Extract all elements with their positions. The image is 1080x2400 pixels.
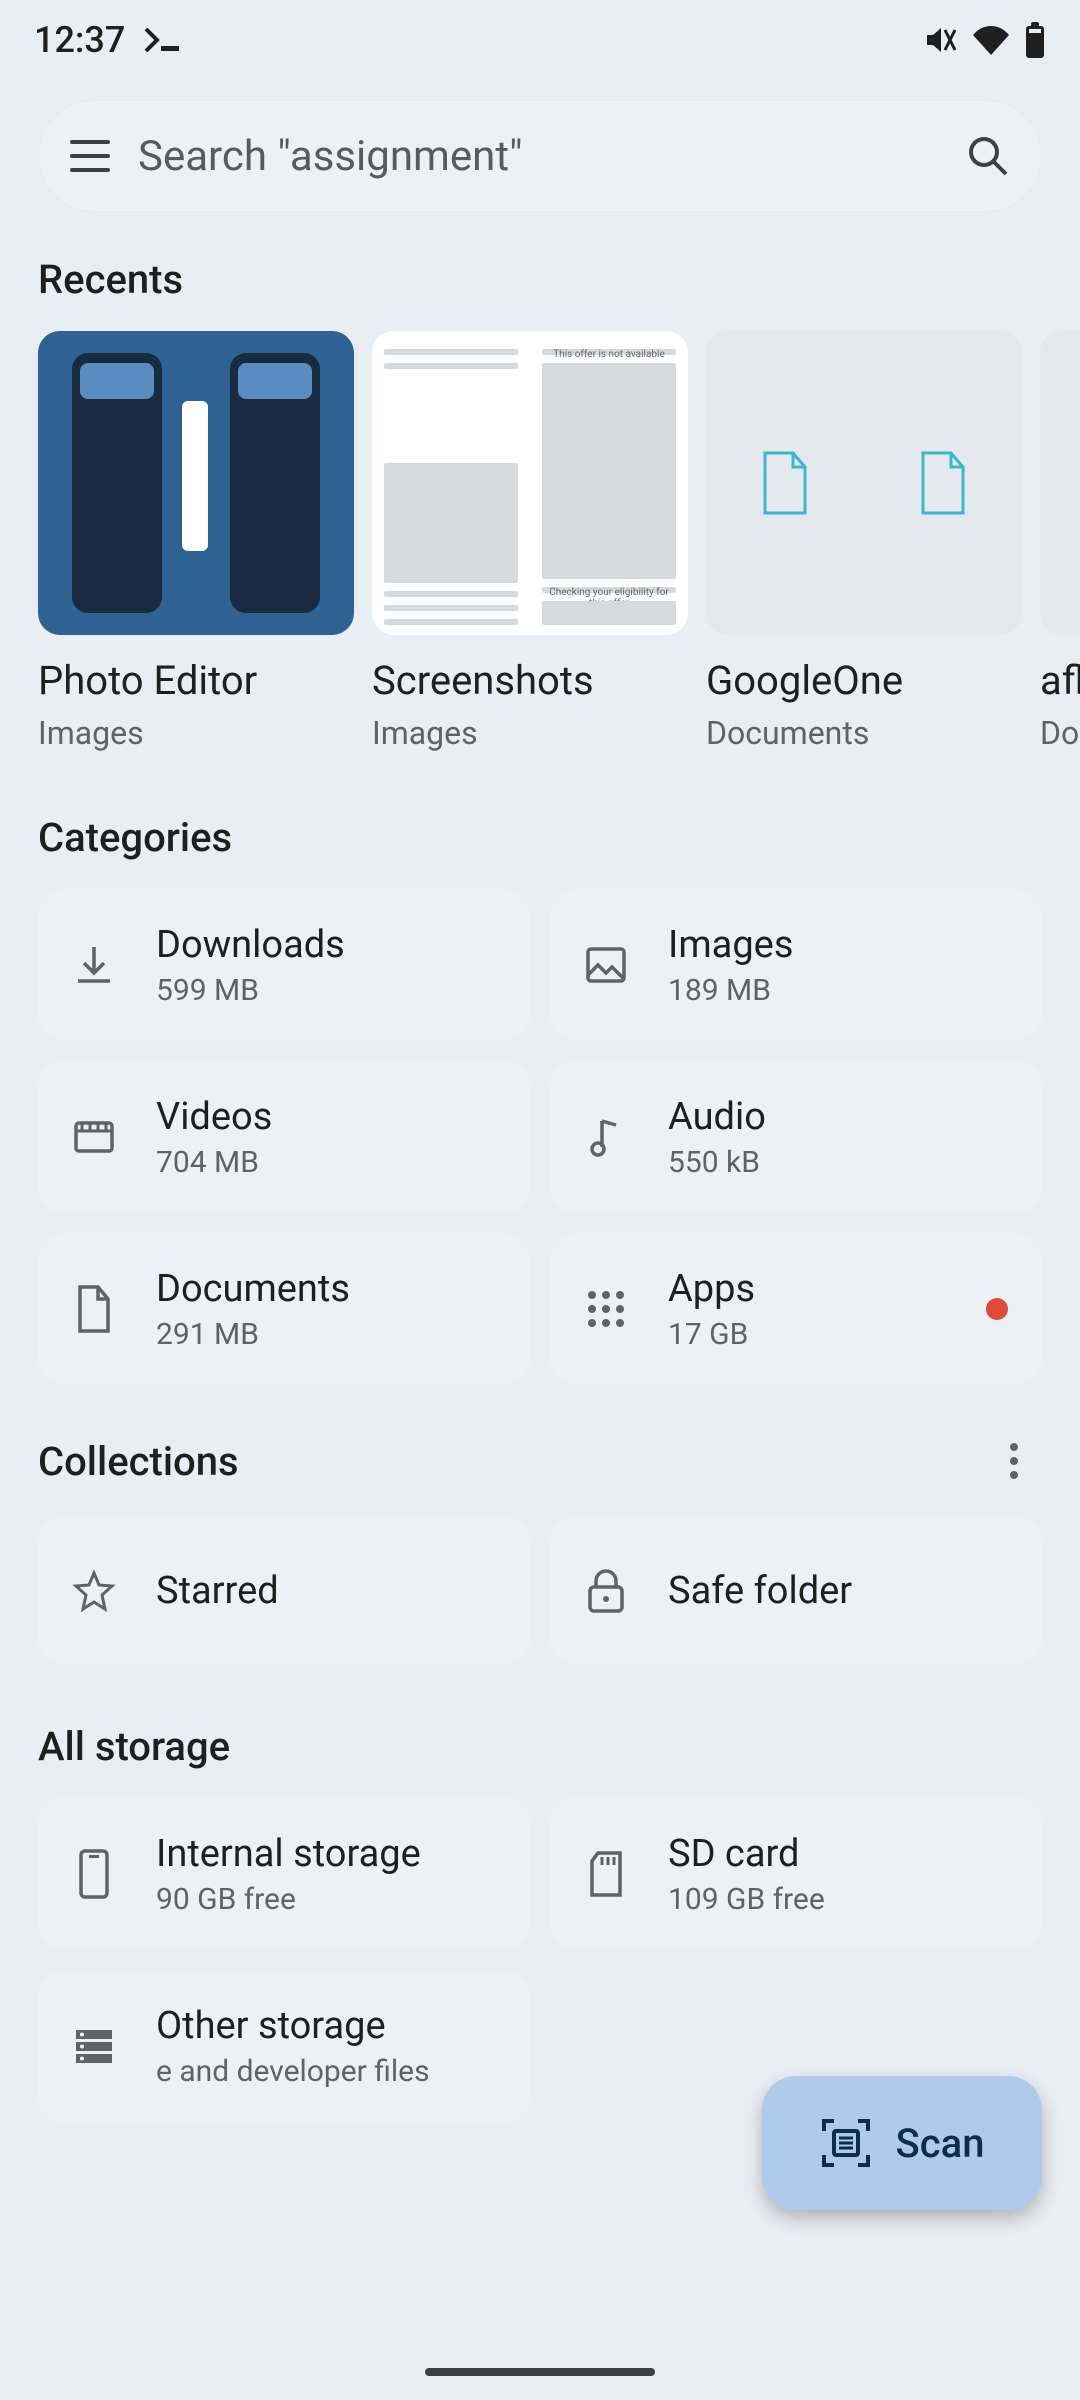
video-icon (68, 1111, 120, 1163)
apps-icon (580, 1283, 632, 1335)
more-icon[interactable] (986, 1433, 1042, 1489)
category-images[interactable]: Images189 MB (550, 889, 1042, 1041)
status-time: 12:37 (34, 19, 125, 61)
recent-item-screenshots[interactable]: This offer is not availableChecking your… (372, 331, 688, 752)
section-all-storage: All storage (0, 1723, 1080, 1770)
category-downloads[interactable]: Downloads599 MB (38, 889, 530, 1041)
search-placeholder: Search "assignment" (138, 132, 938, 181)
image-icon (580, 939, 632, 991)
sd-card-icon (580, 1848, 632, 1900)
collection-starred[interactable]: Starred (38, 1517, 530, 1665)
scan-label: Scan (896, 2120, 985, 2167)
section-recents: Recents (0, 256, 1080, 303)
phone-icon (68, 1848, 120, 1900)
collections-grid: Starred Safe folder (0, 1517, 1080, 1665)
nav-handle[interactable] (425, 2368, 655, 2376)
battery-icon (1024, 22, 1046, 58)
recent-sub: Images (38, 714, 354, 752)
collection-safe-folder[interactable]: Safe folder (550, 1517, 1042, 1665)
download-icon (68, 939, 120, 991)
category-audio[interactable]: Audio550 kB (550, 1061, 1042, 1213)
lock-icon (580, 1565, 632, 1617)
audio-icon (580, 1111, 632, 1163)
recent-item-photo-editor[interactable]: Photo Editor Images (38, 331, 354, 752)
section-categories: Categories (0, 814, 1080, 861)
menu-icon[interactable] (70, 140, 110, 172)
category-apps[interactable]: Apps17 GB (550, 1233, 1042, 1385)
storage-grid: Internal storage90 GB free SD card109 GB… (0, 1798, 1080, 2122)
section-collections: Collections (38, 1438, 239, 1485)
terminal-icon (143, 26, 183, 54)
recent-sub: Docu (1040, 714, 1080, 752)
storage-internal[interactable]: Internal storage90 GB free (38, 1798, 530, 1950)
storage-sd-card[interactable]: SD card109 GB free (550, 1798, 1042, 1950)
recent-sub: Images (372, 714, 688, 752)
scan-icon (820, 2117, 872, 2169)
wifi-icon (972, 25, 1010, 55)
scan-button[interactable]: Scan (762, 2076, 1042, 2210)
search-icon[interactable] (966, 134, 1010, 178)
recent-item-googleone[interactable]: GoogleOne Documents (706, 331, 1022, 752)
search-bar[interactable]: Search "assignment" (38, 100, 1042, 212)
star-icon (68, 1565, 120, 1617)
recent-title: GoogleOne (706, 657, 1022, 704)
recent-thumb (1040, 331, 1080, 635)
recent-item-overflow[interactable]: afla Docu (1040, 331, 1080, 752)
category-videos[interactable]: Videos704 MB (38, 1061, 530, 1213)
recent-thumb (706, 331, 1022, 635)
recent-sub: Documents (706, 714, 1022, 752)
recents-row[interactable]: Photo Editor Images This offer is not av… (0, 331, 1080, 752)
mute-icon (922, 22, 958, 58)
notification-dot (986, 1298, 1008, 1320)
storage-icon (68, 2020, 120, 2072)
recent-thumb (38, 331, 354, 635)
category-documents[interactable]: Documents291 MB (38, 1233, 530, 1385)
storage-other[interactable]: Other storagee and developer files (38, 1970, 530, 2122)
categories-grid: Downloads599 MB Images189 MB Videos704 M… (0, 889, 1080, 1385)
document-icon (68, 1283, 120, 1335)
recent-title: Screenshots (372, 657, 688, 704)
recent-title: Photo Editor (38, 657, 354, 704)
recent-thumb: This offer is not availableChecking your… (372, 331, 688, 635)
status-bar: 12:37 (0, 0, 1080, 80)
recent-title: afla (1040, 657, 1080, 704)
